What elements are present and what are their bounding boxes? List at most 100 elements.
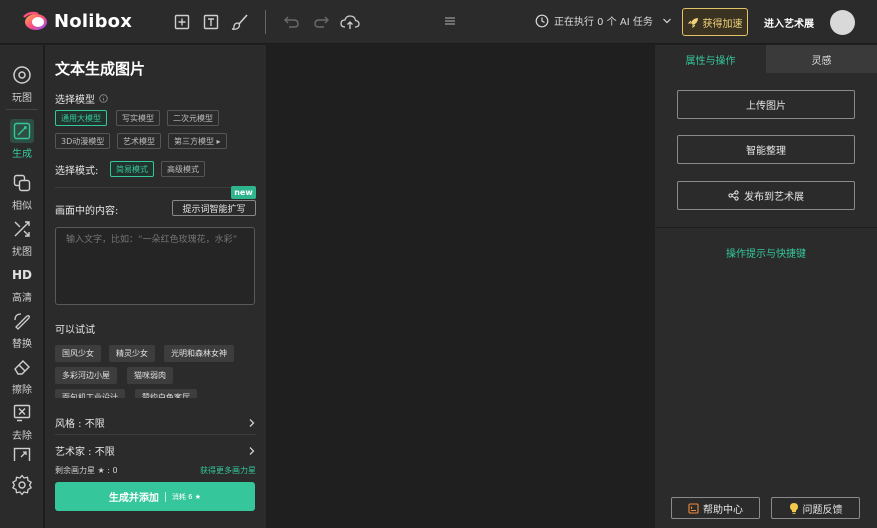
generate-label: 生成并添加 <box>108 493 159 504</box>
publish-to-gallery-button[interactable]: 发布到艺术展 <box>677 181 855 210</box>
suggestion-tag[interactable]: 光明和森林女神 <box>164 345 234 362</box>
palette-icon <box>10 63 34 87</box>
divider <box>55 434 256 435</box>
tab-inspiration[interactable]: 灵感 <box>766 45 877 73</box>
mode-label: 选择模式: <box>55 166 99 177</box>
model-chip[interactable]: 3D动漫模型 <box>55 133 111 149</box>
nav-label: 替换 <box>12 339 32 350</box>
hd-icon: HD <box>11 268 32 282</box>
get-more-points-link[interactable]: 获得更多画力星 <box>200 465 256 476</box>
nav-item-remove[interactable]: 去除 <box>0 401 44 442</box>
model-chip[interactable]: 二次元模型 <box>167 110 219 126</box>
suggestion-tag[interactable]: 精灵少女 <box>109 345 155 362</box>
smart-arrange-button[interactable]: 智能整理 <box>677 135 855 164</box>
suggestion-tag[interactable]: 国风少女 <box>55 345 101 362</box>
divider <box>55 187 256 188</box>
nav-item-erase[interactable]: 擦除 <box>0 355 44 396</box>
points-row: 剩余画力星 ★ : 0 获得更多画力星 <box>55 465 256 476</box>
lightbulb-icon <box>789 503 798 514</box>
model-chip[interactable]: 艺术模型 <box>117 133 161 149</box>
nav-item-replace[interactable]: 替换 <box>0 309 44 350</box>
undo-icon[interactable] <box>282 12 302 32</box>
feedback-label: 问题反馈 <box>802 504 843 516</box>
nav-item-generate[interactable]: 生成 <box>0 119 44 160</box>
logo-icon <box>22 10 48 32</box>
model-chip-third-party[interactable]: 第三方模型 ▸ <box>168 133 227 149</box>
chevron-down-icon <box>662 18 671 23</box>
nav-item-play[interactable]: 玩图 <box>0 63 44 104</box>
points-label: 剩余画力星 ★ : 0 <box>55 466 118 475</box>
enter-gallery-link[interactable]: 进入艺术展 <box>764 15 814 30</box>
cloud-upload-icon[interactable] <box>340 12 360 32</box>
mode-chip-advanced[interactable]: 高级模式 <box>161 161 205 177</box>
copy-icon <box>10 171 34 195</box>
nav-label: 相似 <box>12 201 32 212</box>
nav-divider <box>6 109 38 110</box>
get-speedup-button[interactable]: 获得加速 <box>682 8 748 36</box>
ai-task-status[interactable]: 正在执行 0 个 AI 任务 <box>535 13 672 28</box>
chevron-right-icon <box>249 446 255 455</box>
button-separator <box>164 491 166 502</box>
nav-label: 高清 <box>12 293 32 304</box>
right-panel: 属性与操作 灵感 上传图片 智能整理 发布到艺术展 操作提示与快捷键 帮助中心 … <box>655 45 877 528</box>
prompt-expand-button[interactable]: 提示词智能扩写 <box>172 200 256 216</box>
page-title: 文本生成图片 <box>55 60 146 78</box>
style-row[interactable]: 风格 : 不限 <box>55 415 256 430</box>
gear-icon <box>10 473 34 497</box>
try-label: 可以试试 <box>55 325 95 336</box>
model-chip[interactable]: 通用大模型 <box>55 110 107 126</box>
feedback-button[interactable]: 问题反馈 <box>771 497 860 519</box>
nav-label: 去除 <box>12 431 32 442</box>
generate-cost: 消耗 6 ★ <box>171 492 202 501</box>
menu-icon[interactable] <box>444 14 456 31</box>
share-icon <box>728 190 739 201</box>
redo-icon[interactable] <box>311 12 331 32</box>
nav-label: 玩图 <box>12 93 32 104</box>
top-bar: Nolibox 正在执行 0 个 AI 任务 获得加速 进入艺术展 <box>0 0 877 44</box>
brush-icon[interactable] <box>230 12 250 32</box>
app-logo[interactable]: Nolibox <box>22 10 132 32</box>
user-avatar[interactable] <box>830 10 855 35</box>
canvas-area[interactable] <box>266 45 655 528</box>
artist-row[interactable]: 艺术家 : 不限 <box>55 443 256 458</box>
shortcuts-link[interactable]: 操作提示与快捷键 <box>655 245 877 260</box>
add-frame-icon[interactable] <box>172 12 192 32</box>
nav-item-expand[interactable] <box>0 447 44 461</box>
remove-icon <box>10 401 34 425</box>
model-label-text: 选择模型 <box>55 95 95 106</box>
help-center-button[interactable]: 帮助中心 <box>671 497 760 519</box>
speed-button-label: 获得加速 <box>702 18 743 30</box>
tab-properties[interactable]: 属性与操作 <box>655 45 766 73</box>
nav-item-shuffle[interactable]: 扰图 <box>0 217 44 258</box>
info-icon[interactable] <box>99 94 108 103</box>
suggestion-tags: 国风少女 精灵少女 光明和森林女神 多彩河边小屋 猫咪弱肉 面包机工业设计 赞约… <box>45 340 266 398</box>
nav-label: 生成 <box>12 149 32 160</box>
text-to-image-panel: 文本生成图片 选择模型 通用大模型 写实模型 二次元模型 3D动漫模型 艺术模型… <box>45 45 266 528</box>
generate-button[interactable]: 生成并添加 消耗 6 ★ <box>55 482 255 511</box>
nav-label: 扰图 <box>12 247 32 258</box>
clock-icon <box>535 14 549 27</box>
upload-image-button[interactable]: 上传图片 <box>677 90 855 119</box>
divider <box>655 227 877 228</box>
content-label: 画面中的内容: <box>55 206 119 217</box>
help-label: 帮助中心 <box>703 504 743 516</box>
ai-status-text: 正在执行 0 个 AI 任务 <box>554 17 653 28</box>
nav-item-similar[interactable]: 相似 <box>0 171 44 212</box>
settings-button[interactable] <box>0 473 44 497</box>
model-chip[interactable]: 写实模型 <box>116 110 160 126</box>
app-name: Nolibox <box>54 10 133 32</box>
suggestion-tag[interactable]: 赞约白色客厅 <box>135 389 197 398</box>
publish-label: 发布到艺术展 <box>744 192 804 203</box>
suggestion-tag[interactable]: 多彩河边小屋 <box>55 367 117 384</box>
prompt-input[interactable] <box>55 227 255 305</box>
mode-chip-simple[interactable]: 简易模式 <box>110 161 154 177</box>
pen-icon <box>10 119 34 143</box>
nav-label: 擦除 <box>12 385 32 396</box>
shuffle-icon <box>10 217 34 241</box>
suggestion-tag[interactable]: 面包机工业设计 <box>55 389 125 398</box>
nav-item-hd[interactable]: HD 高清 <box>0 263 44 304</box>
new-badge: new <box>231 186 256 199</box>
suggestion-tag[interactable]: 猫咪弱肉 <box>127 367 173 384</box>
text-tool-icon[interactable] <box>201 12 221 32</box>
left-nav: 玩图 生成 相似 扰图 HD 高清 替换 擦除 去除 <box>0 45 44 528</box>
